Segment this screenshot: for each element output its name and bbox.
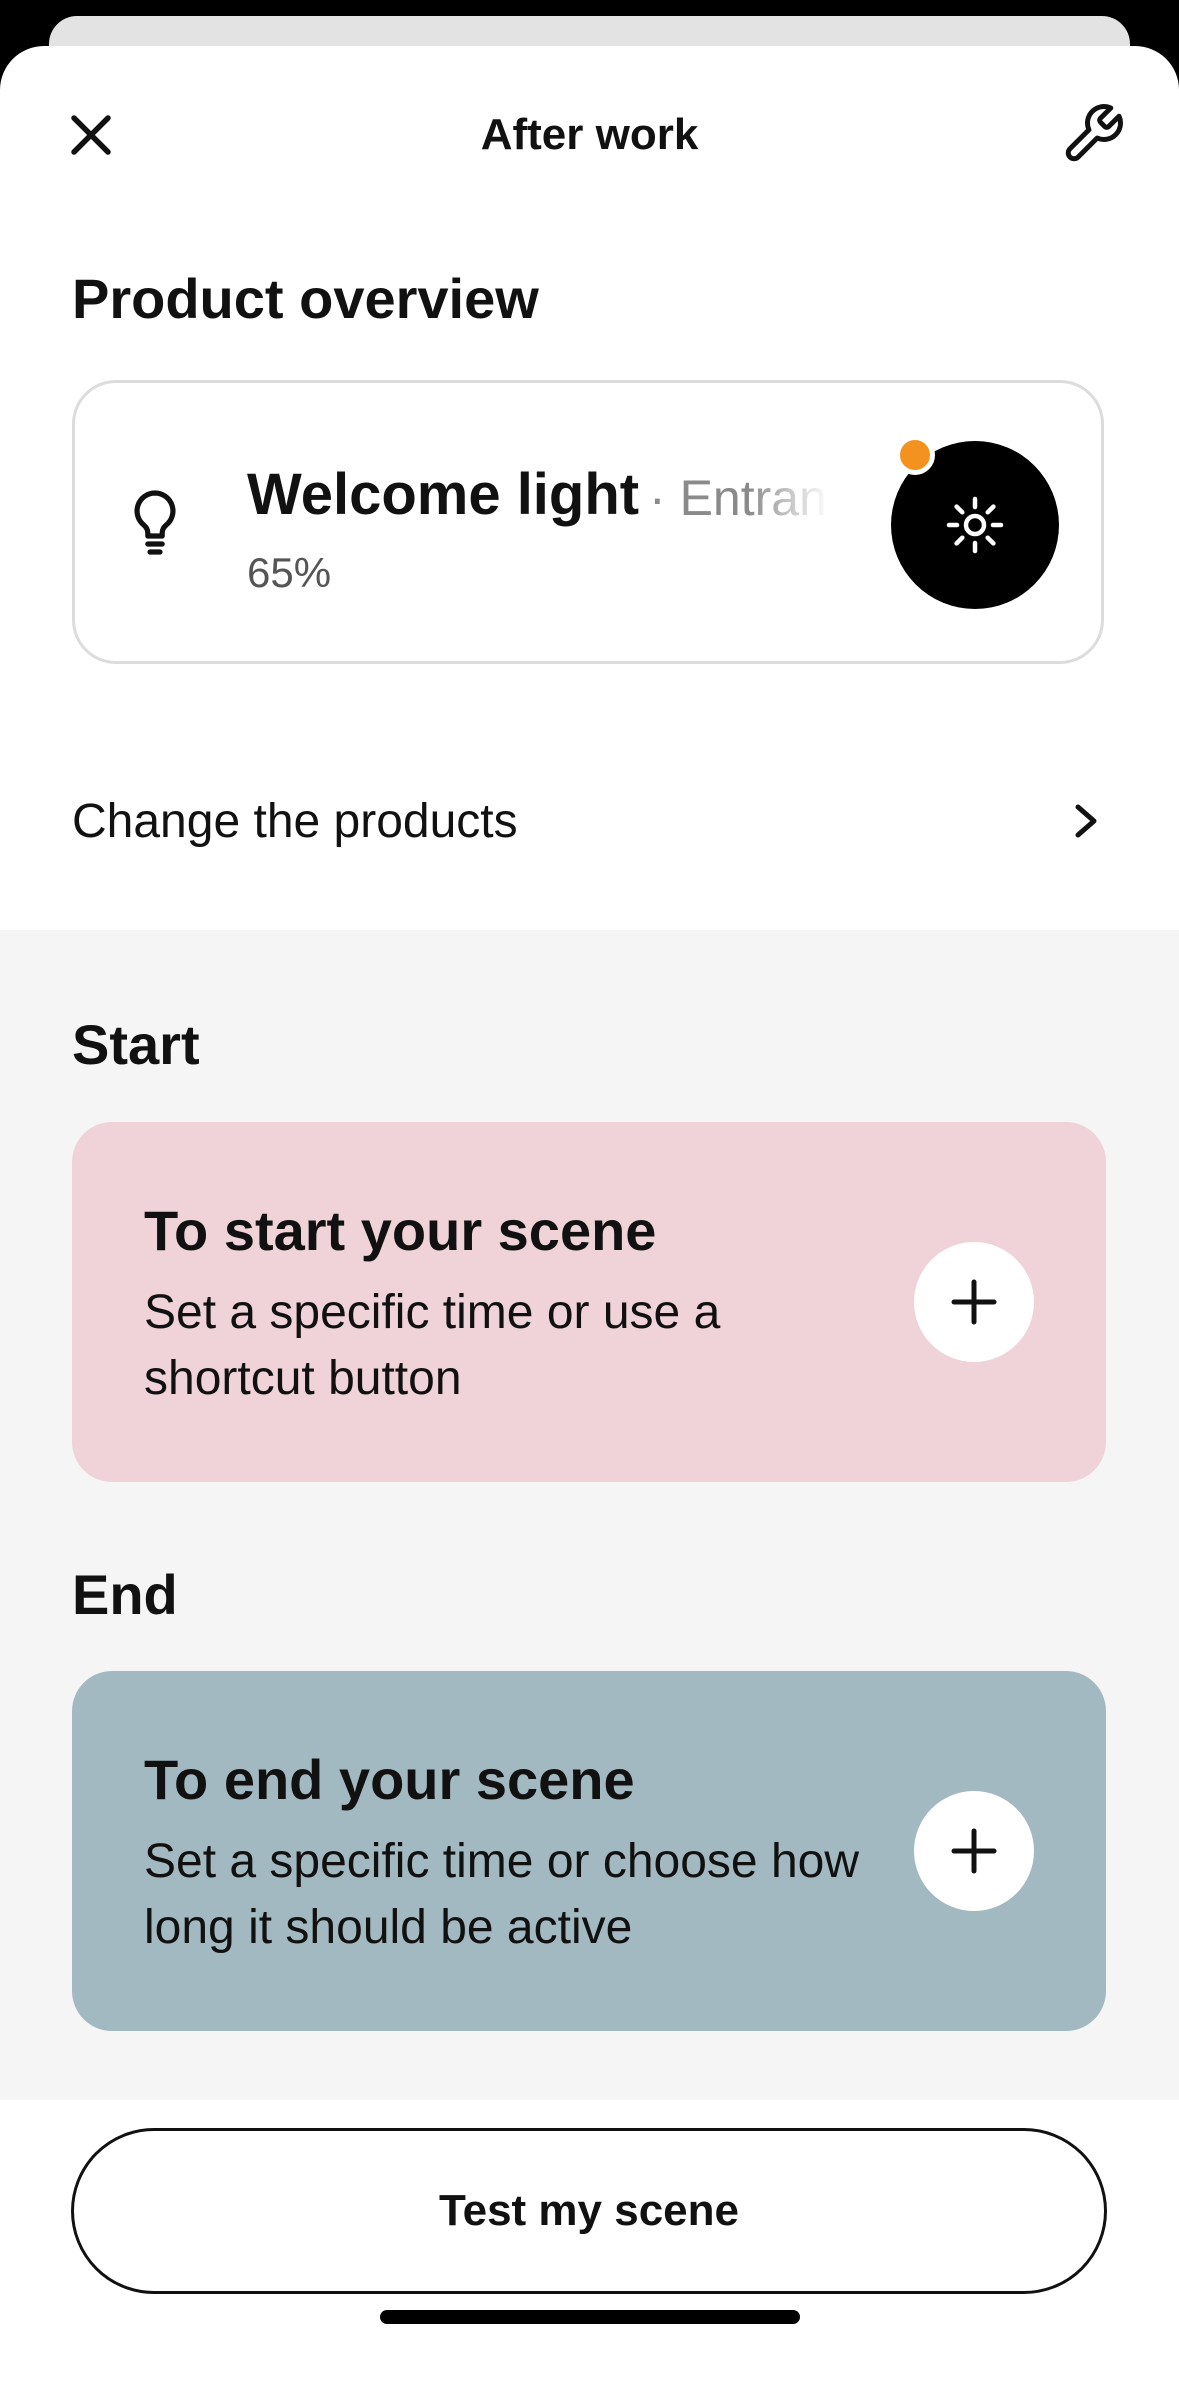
chevron-right-icon xyxy=(1075,804,1097,838)
start-heading: Start xyxy=(72,1013,200,1076)
add-start-button[interactable] xyxy=(914,1242,1034,1362)
bulb-icon xyxy=(134,490,176,555)
product-name: Welcome light xyxy=(247,462,640,527)
end-scene-card[interactable]: To end your scene Set a specific time or… xyxy=(72,1671,1106,2031)
start-card-description: Set a specific time or use a shortcut bu… xyxy=(144,1286,721,1405)
settings-button[interactable] xyxy=(1053,94,1133,174)
plus-icon xyxy=(951,1828,997,1874)
wrench-icon xyxy=(1065,104,1123,162)
room-name: Entran xyxy=(679,470,827,526)
room-separator: · xyxy=(649,470,666,526)
status-dot xyxy=(895,435,935,475)
end-card-description: Set a specific time or choose how long i… xyxy=(144,1835,860,1954)
product-overview-heading: Product overview xyxy=(72,267,539,330)
add-end-button[interactable] xyxy=(914,1791,1034,1911)
page-title: After work xyxy=(480,110,699,159)
product-card[interactable]: Welcome light · Entran 65% xyxy=(72,380,1104,664)
start-scene-card[interactable]: To start your scene Set a specific time … xyxy=(72,1122,1106,1482)
start-card-title: To start your scene xyxy=(144,1199,657,1262)
change-products-label: Change the products xyxy=(72,794,518,848)
product-level: 65% xyxy=(247,549,332,596)
home-indicator xyxy=(380,2310,800,2324)
change-products-row[interactable]: Change the products xyxy=(72,766,1104,876)
test-scene-button[interactable]: Test my scene xyxy=(71,2128,1107,2294)
end-heading: End xyxy=(72,1563,178,1626)
scene-sheet: After work Product overview Welcome ligh… xyxy=(0,46,1179,2396)
end-card-title: To end your scene xyxy=(144,1748,635,1811)
plus-icon xyxy=(951,1279,997,1325)
product-room: · Entran xyxy=(649,469,829,527)
schedule-section: Start To start your scene Set a specific… xyxy=(0,930,1179,2100)
sun-icon xyxy=(946,496,1004,554)
